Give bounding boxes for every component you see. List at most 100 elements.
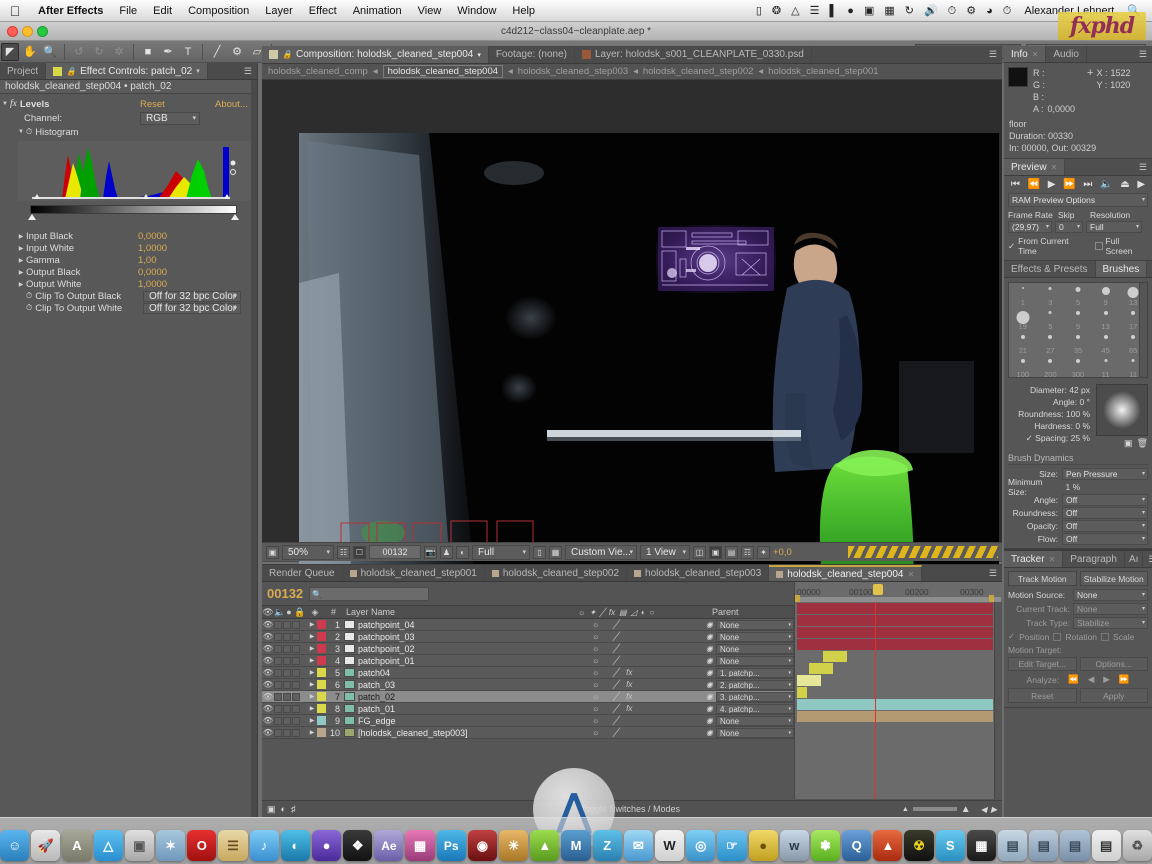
timeline-zoom-controls[interactable]: ▲ ▲ ◀ ▶	[902, 804, 997, 815]
menu-composition[interactable]: Composition	[180, 0, 257, 22]
eye-icon[interactable]: 👁	[262, 716, 274, 725]
dock-cinema4d-icon[interactable]: ◐	[280, 830, 310, 861]
solo-toggle[interactable]	[283, 704, 291, 713]
eye-icon[interactable]: 👁	[262, 680, 274, 689]
pickwhip-icon[interactable]: ◉	[706, 620, 713, 629]
output-black-handle[interactable]	[28, 214, 36, 220]
layer-name[interactable]: patchpoint_03	[358, 632, 578, 642]
zoom-tool[interactable]: 🔍	[41, 43, 59, 61]
region-of-interest-icon[interactable]: ▯	[533, 545, 546, 559]
skip-dropdown[interactable]: 0	[1055, 221, 1083, 233]
disclosure-triangle-icon[interactable]: ▶	[16, 245, 26, 252]
layer-toggles[interactable]	[274, 692, 307, 701]
table-row[interactable]: 👁 ▶ 4 patchpoint_01 ☼ ╱ ◉ None	[262, 655, 794, 667]
tab-effects-presets[interactable]: Effects & Presets	[1004, 261, 1096, 277]
property-output-white[interactable]: ▶ Output White 1,0000	[0, 278, 257, 290]
table-row[interactable]: 👁 ▶ 10 [holodsk_cleaned_step003] ☼ ╱ ◉ Non…	[262, 727, 794, 739]
solo-toggle[interactable]	[283, 680, 291, 689]
layer-toggles[interactable]	[274, 620, 307, 629]
dock-tweetbot-icon[interactable]: ✶	[155, 830, 186, 861]
lock-toggle[interactable]	[292, 620, 300, 629]
prev-frame-icon[interactable]: ⏪	[1028, 179, 1040, 190]
parent-cell[interactable]: ◉ 3. patchp...	[706, 691, 794, 702]
pixel-aspect-correction-icon[interactable]: ◫	[693, 545, 706, 559]
panel-menu-icon[interactable]: ☰	[1147, 261, 1152, 277]
eye-icon[interactable]: 👁	[262, 644, 274, 653]
dock-davinci-icon[interactable]: ◉	[467, 830, 498, 861]
shy-switch[interactable]: ☼	[578, 656, 599, 665]
column-header-number[interactable]: #	[324, 607, 340, 617]
property-output-black[interactable]: ▶ Output Black 0,0000	[0, 266, 257, 278]
dynamics-opacity-dropdown[interactable]: Off	[1062, 519, 1148, 532]
parent-cell[interactable]: ◉ 2. patchp...	[706, 679, 794, 690]
layer-bar-patch-02[interactable]	[797, 675, 821, 686]
property-value[interactable]: 0,0000	[138, 267, 167, 278]
tab-step003[interactable]: holodsk_cleaned_step003	[627, 565, 770, 581]
quality-switch[interactable]: ╱	[603, 716, 618, 725]
disclosure-triangle-icon[interactable]: ▼	[16, 129, 26, 135]
dock-app-store-icon[interactable]: A	[62, 830, 92, 861]
dock-word-icon[interactable]: W	[654, 830, 685, 861]
dynamics-angle-dropdown[interactable]: Off	[1062, 493, 1148, 506]
timeline-search-input[interactable]	[309, 586, 430, 601]
tab-effect-controls[interactable]: 🔒 Effect Controls: patch_02 ▾	[46, 63, 208, 79]
layer-bar-patch-01[interactable]	[797, 687, 807, 698]
effect-levels-row[interactable]: ▼ fx Levels Reset About...	[0, 97, 257, 111]
layer-switches[interactable]: ☼ ╱	[578, 632, 706, 641]
output-white-handle[interactable]	[231, 214, 239, 220]
dock-final-cut-icon[interactable]: ▦	[405, 830, 435, 861]
brush-cell[interactable]: 300	[1064, 355, 1092, 379]
dock-finder-icon[interactable]: ☺	[0, 830, 30, 861]
layer-name[interactable]: patchpoint_01	[358, 656, 578, 666]
current-track-dropdown[interactable]: None	[1073, 603, 1148, 615]
table-row[interactable]: 👁 ▶ 5 patch04 ☼ ╱ fx ◉ 1. patchp...	[262, 667, 794, 679]
brush-cell[interactable]: 11	[1092, 355, 1120, 379]
parent-dropdown[interactable]: None	[715, 727, 794, 738]
shy-switch[interactable]: ☼	[578, 704, 599, 713]
audio-toggle[interactable]	[274, 728, 282, 737]
dock-projects-stack-icon[interactable]: ▤	[1060, 830, 1090, 861]
brush-spacing[interactable]: ✓ Spacing: 25 %	[1008, 432, 1090, 444]
quality-switch[interactable]: ╱	[603, 620, 618, 629]
tab-layer[interactable]: Layer: holodsk_s001_CLEANPLATE_0330.psd	[575, 46, 812, 63]
stabilize-motion-button[interactable]: Stabilize Motion	[1079, 571, 1148, 586]
brush-cell[interactable]: 45	[1092, 331, 1120, 355]
resolution-dropdown[interactable]: Full	[472, 544, 530, 560]
reset-button[interactable]: Reset	[140, 99, 165, 110]
pen-tool[interactable]: ✒	[159, 43, 177, 61]
dock-bittorrent-icon[interactable]: ☢	[904, 830, 934, 861]
fx-switch[interactable]: fx	[622, 668, 632, 677]
menu-layer[interactable]: Layer	[257, 0, 301, 22]
dock-appcleaner-icon[interactable]: △	[93, 830, 123, 861]
apply-button[interactable]: Apply	[1079, 688, 1148, 703]
pickwhip-icon[interactable]: ◉	[706, 656, 713, 665]
monitor-icon[interactable]: ▦	[879, 0, 899, 22]
layer-switches[interactable]: ☼ ╱	[578, 728, 706, 737]
eye-icon[interactable]: 👁	[262, 632, 274, 641]
brush-cell[interactable]: 9	[1092, 283, 1120, 307]
adobe-icon[interactable]: △	[786, 0, 804, 22]
preview-resolution-dropdown[interactable]: Full	[1086, 221, 1142, 233]
rotation-checkbox[interactable]	[1053, 632, 1062, 641]
parent-dropdown[interactable]: 3. patchp...	[715, 691, 794, 702]
lock-toggle[interactable]	[292, 680, 300, 689]
audio-toggle[interactable]	[274, 692, 282, 701]
dynamics-flow-dropdown[interactable]: Off	[1062, 532, 1148, 545]
clip-output-black-dropdown[interactable]: Off for 32 bpc Color	[143, 290, 241, 302]
toggle-switches-modes-icon[interactable]: ▣	[267, 804, 276, 815]
audio-icon[interactable]: 🔈	[274, 607, 285, 618]
from-current-time-checkbox[interactable]: ✓	[1008, 241, 1015, 252]
play-icon[interactable]: ▶	[1048, 179, 1056, 190]
parent-dropdown[interactable]: 4. patchp...	[715, 703, 794, 714]
volume-icon[interactable]: 🔊	[919, 0, 943, 22]
dock-film-strip-icon[interactable]: ▦	[966, 830, 997, 861]
breadcrumb-step002[interactable]: holodsk_cleaned_step002	[643, 66, 753, 77]
parent-dropdown[interactable]: None	[715, 715, 794, 726]
menu-help[interactable]: Help	[504, 0, 543, 22]
shy-switch[interactable]: ☼	[578, 728, 599, 737]
quality-switch[interactable]: ╱	[603, 728, 618, 737]
disclosure-triangle-icon[interactable]: ▶	[16, 257, 26, 264]
lock-toggle[interactable]	[292, 692, 300, 701]
disclosure-triangle-icon[interactable]: ▶	[307, 693, 317, 700]
panel-menu-icon[interactable]: ☰	[1134, 159, 1152, 175]
